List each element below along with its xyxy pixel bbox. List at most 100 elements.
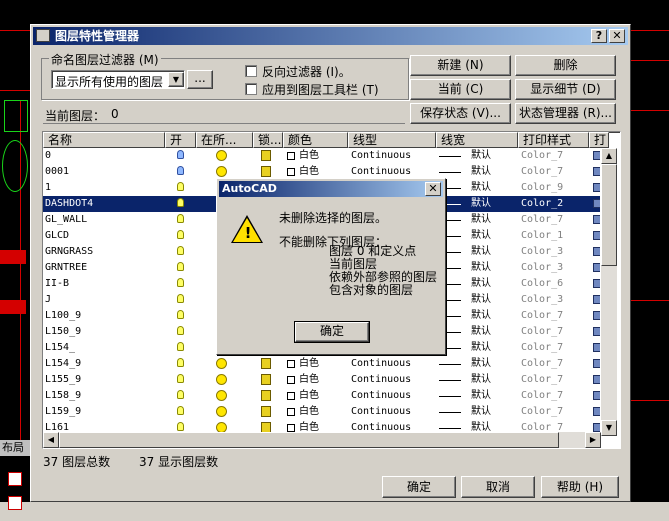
lightbulb-icon[interactable]	[177, 358, 184, 367]
column-header[interactable]: 线宽	[436, 132, 518, 148]
ok-button[interactable]: 确定	[382, 476, 456, 498]
column-header[interactable]: 线型	[348, 132, 436, 148]
layer-row[interactable]: L158_9 白色 Continuous 默认 Color_7	[43, 388, 600, 404]
layout-tab[interactable]: 布局	[0, 440, 30, 456]
horizontal-scroll-thumb[interactable]	[59, 432, 559, 448]
layer-lineweight[interactable]: 默认	[471, 196, 491, 212]
printer-icon[interactable]	[593, 231, 600, 240]
scroll-left-icon[interactable]: ◀	[43, 432, 59, 448]
lightbulb-icon[interactable]	[177, 310, 184, 319]
printer-icon[interactable]	[593, 407, 600, 416]
lightbulb-icon[interactable]	[177, 294, 184, 303]
layer-linetype[interactable]: Continuous	[351, 372, 411, 388]
layer-lineweight[interactable]: 默认	[471, 356, 491, 372]
close-icon[interactable]: ✕	[609, 29, 625, 43]
scroll-up-icon[interactable]: ▲	[601, 148, 617, 164]
printer-icon[interactable]	[593, 311, 600, 320]
invert-filter-checkbox[interactable]	[245, 65, 257, 77]
lightbulb-icon[interactable]	[177, 406, 184, 415]
horizontal-scrollbar[interactable]: ◀ ▶	[43, 432, 601, 448]
sun-icon[interactable]	[216, 166, 227, 177]
layer-row[interactable]: L159_9 白色 Continuous 默认 Color_7	[43, 404, 600, 420]
set-current-button[interactable]: 当前 (C)	[410, 79, 511, 100]
lightbulb-icon[interactable]	[177, 278, 184, 287]
column-header[interactable]: 打印样式	[518, 132, 589, 148]
layer-lineweight[interactable]: 默认	[471, 292, 491, 308]
printer-icon[interactable]	[593, 423, 600, 432]
sun-icon[interactable]	[216, 150, 227, 161]
lightbulb-icon[interactable]	[177, 214, 184, 223]
layer-lineweight[interactable]: 默认	[471, 276, 491, 292]
lock-icon[interactable]	[261, 166, 271, 177]
lightbulb-icon[interactable]	[177, 342, 184, 351]
layer-linetype[interactable]: Continuous	[351, 404, 411, 420]
apply-toolbar-checkbox[interactable]	[245, 83, 257, 95]
color-swatch[interactable]	[287, 408, 295, 416]
printer-icon[interactable]	[593, 215, 600, 224]
layer-lineweight[interactable]: 默认	[471, 228, 491, 244]
lightbulb-icon[interactable]	[177, 390, 184, 399]
column-header[interactable]: 开	[165, 132, 196, 148]
column-header[interactable]: 在所...	[196, 132, 253, 148]
lightbulb-icon[interactable]	[177, 422, 184, 431]
delete-layer-button[interactable]: 删除	[515, 55, 616, 76]
sun-icon[interactable]	[216, 406, 227, 417]
lightbulb-icon[interactable]	[177, 374, 184, 383]
printer-icon[interactable]	[593, 375, 600, 384]
column-header[interactable]: 颜色	[283, 132, 348, 148]
layer-lineweight[interactable]: 默认	[471, 340, 491, 356]
lightbulb-icon[interactable]	[177, 150, 184, 159]
printer-icon[interactable]	[593, 199, 600, 208]
layer-linetype[interactable]: Continuous	[351, 388, 411, 404]
lock-icon[interactable]	[261, 150, 271, 161]
cancel-button[interactable]: 取消	[461, 476, 535, 498]
printer-icon[interactable]	[593, 167, 600, 176]
layer-lineweight[interactable]: 默认	[471, 164, 491, 180]
printer-icon[interactable]	[593, 279, 600, 288]
scroll-down-icon[interactable]: ▼	[601, 420, 617, 436]
lock-icon[interactable]	[261, 358, 271, 369]
column-header[interactable]: 名称	[43, 132, 165, 148]
color-swatch[interactable]	[287, 360, 295, 368]
printer-icon[interactable]	[593, 247, 600, 256]
sun-icon[interactable]	[216, 390, 227, 401]
printer-icon[interactable]	[593, 343, 600, 352]
help-icon[interactable]: ?	[591, 29, 607, 43]
color-swatch[interactable]	[287, 152, 295, 160]
sun-icon[interactable]	[216, 374, 227, 385]
filter-more-button[interactable]: ...	[187, 70, 213, 89]
state-manager-button[interactable]: 状态管理器 (R)...	[515, 103, 616, 124]
chevron-down-icon[interactable]: ▼	[168, 72, 184, 87]
sun-icon[interactable]	[216, 358, 227, 369]
layer-lineweight[interactable]: 默认	[471, 404, 491, 420]
color-swatch[interactable]	[287, 168, 295, 176]
lock-icon[interactable]	[261, 374, 271, 385]
scroll-right-icon[interactable]: ▶	[585, 432, 601, 448]
column-header[interactable]: 锁...	[253, 132, 283, 148]
lightbulb-icon[interactable]	[177, 166, 184, 175]
printer-icon[interactable]	[593, 263, 600, 272]
layer-lineweight[interactable]: 默认	[471, 388, 491, 404]
layer-lineweight[interactable]: 默认	[471, 244, 491, 260]
lock-icon[interactable]	[261, 406, 271, 417]
printer-icon[interactable]	[593, 295, 600, 304]
alert-ok-button[interactable]: 确定	[294, 321, 370, 343]
help-button[interactable]: 帮助 (H)	[541, 476, 619, 498]
layer-linetype[interactable]: Continuous	[351, 148, 411, 164]
layer-lineweight[interactable]: 默认	[471, 260, 491, 276]
lightbulb-icon[interactable]	[177, 246, 184, 255]
color-swatch[interactable]	[287, 424, 295, 432]
printer-icon[interactable]	[593, 151, 600, 160]
layer-row[interactable]: L155_9 白色 Continuous 默认 Color_7	[43, 372, 600, 388]
lightbulb-icon[interactable]	[177, 262, 184, 271]
layer-lineweight[interactable]: 默认	[471, 324, 491, 340]
layer-lineweight[interactable]: 默认	[471, 308, 491, 324]
lightbulb-icon[interactable]	[177, 230, 184, 239]
layer-lineweight[interactable]: 默认	[471, 148, 491, 164]
lightbulb-icon[interactable]	[177, 326, 184, 335]
new-layer-button[interactable]: 新建 (N)	[410, 55, 511, 76]
layer-row[interactable]: L154_9 白色 Continuous 默认 Color_7	[43, 356, 600, 372]
lock-icon[interactable]	[261, 390, 271, 401]
vertical-scrollbar[interactable]: ▲ ▼	[601, 148, 617, 436]
layer-lineweight[interactable]: 默认	[471, 180, 491, 196]
